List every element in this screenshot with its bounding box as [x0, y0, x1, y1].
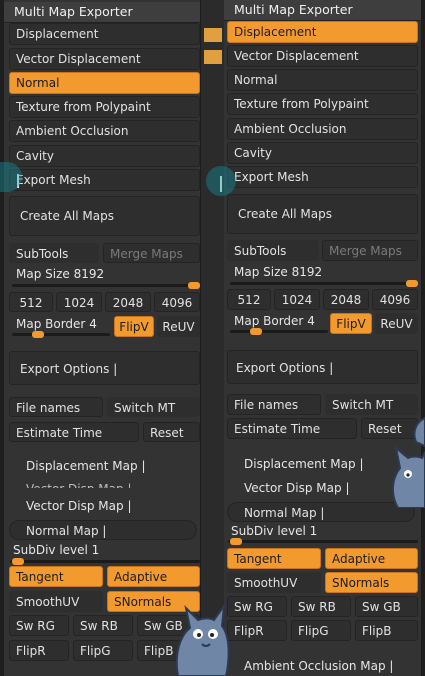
subdiv-level-label: SubDiv level 1 — [231, 524, 318, 538]
swap-rb-button[interactable]: Sw RB — [73, 615, 133, 636]
map-ambient-occlusion-button[interactable]: Ambient Occlusion — [9, 120, 200, 142]
tangent-toggle[interactable]: Tangent — [9, 566, 103, 587]
subdiv-level-slider[interactable] — [228, 538, 418, 545]
cat-mascot-icon — [392, 416, 425, 508]
estimate-time-button[interactable]: Estimate Time — [227, 418, 357, 439]
map-size-label: Map Size 8192 — [16, 267, 105, 281]
displacement-map-section[interactable]: Displacement Map | — [244, 457, 364, 471]
map-size-label: Map Size 8192 — [234, 265, 323, 279]
map-vector-displacement-button[interactable]: Vector Displacement — [227, 45, 418, 67]
map-border-label: Map Border 4 — [234, 314, 315, 328]
swap-rg-button[interactable]: Sw RG — [9, 615, 69, 636]
size-1024-button[interactable]: 1024 — [274, 289, 320, 310]
flip-b-button[interactable]: FlipB — [355, 620, 418, 641]
reuv-toggle[interactable]: ReUV — [157, 316, 200, 337]
flip-r-button[interactable]: FlipR — [9, 640, 69, 661]
create-all-maps-button[interactable]: Create All Maps — [227, 194, 418, 234]
reuv-toggle[interactable]: ReUV — [375, 313, 418, 334]
map-displacement-button[interactable]: Displacement — [9, 23, 200, 45]
swap-rb-button[interactable]: Sw RB — [291, 596, 351, 617]
subtools-button[interactable]: SubTools — [227, 240, 319, 261]
normal-map-section[interactable]: Normal Map | — [9, 520, 197, 540]
adaptive-toggle[interactable]: Adaptive — [325, 548, 418, 569]
size-2048-button[interactable]: 2048 — [323, 289, 369, 310]
map-ambient-occlusion-button[interactable]: Ambient Occlusion — [227, 118, 418, 140]
vector-disp-map-section[interactable]: Vector Disp Map | — [26, 499, 132, 513]
multi-map-exporter-panel-right: Multi Map Exporter Displacement Vector D… — [224, 0, 422, 676]
merge-maps-button[interactable]: Merge Maps — [103, 243, 200, 263]
subtools-button[interactable]: SubTools — [9, 243, 99, 263]
vector-disp-map-section-partial[interactable]: Vector Disp Map | — [26, 482, 132, 488]
switch-mt-button[interactable]: Switch MT — [107, 397, 200, 417]
export-options-button[interactable]: Export Options | — [9, 351, 200, 385]
file-names-button[interactable]: File names — [227, 394, 321, 415]
flip-r-button[interactable]: FlipR — [227, 620, 287, 641]
tangent-toggle[interactable]: Tangent — [227, 548, 321, 569]
adaptive-toggle[interactable]: Adaptive — [107, 566, 200, 587]
background-fragment — [204, 50, 222, 64]
cat-mascot-icon — [175, 602, 230, 676]
slider-knob[interactable] — [12, 558, 24, 565]
slider-knob[interactable] — [230, 538, 242, 545]
size-2048-button[interactable]: 2048 — [105, 292, 151, 312]
merge-maps-button[interactable]: Merge Maps — [322, 240, 418, 261]
map-border-slider[interactable] — [230, 328, 328, 335]
map-texture-from-polypaint-button[interactable]: Texture from Polypaint — [227, 93, 418, 115]
export-mesh-button[interactable]: Export Mesh — [227, 166, 418, 188]
size-4096-button[interactable]: 4096 — [372, 289, 418, 310]
size-4096-button[interactable]: 4096 — [154, 292, 200, 312]
smoothuv-toggle[interactable]: SmoothUV — [9, 591, 103, 612]
snormals-toggle[interactable]: SNormals — [325, 572, 418, 593]
map-border-value: 4 — [89, 317, 97, 331]
subdiv-level-slider[interactable] — [10, 558, 200, 565]
export-mesh-button[interactable]: Export Mesh — [9, 169, 200, 191]
map-displacement-button[interactable]: Displacement — [227, 21, 418, 43]
create-all-maps-button[interactable]: Create All Maps — [9, 196, 200, 236]
map-border-label: Map Border 4 — [16, 317, 97, 331]
panel-title: Multi Map Exporter — [224, 0, 421, 21]
flip-g-button[interactable]: FlipG — [73, 640, 133, 661]
map-size-slider[interactable] — [230, 280, 418, 287]
swap-gb-button[interactable]: Sw GB — [355, 596, 418, 617]
map-vector-displacement-button[interactable]: Vector Displacement — [9, 48, 200, 70]
estimate-time-button[interactable]: Estimate Time — [9, 422, 139, 442]
background-strip — [200, 0, 224, 676]
map-cavity-button[interactable]: Cavity — [227, 142, 418, 164]
map-size-value: 8192 — [73, 267, 105, 281]
swap-rg-button[interactable]: Sw RG — [227, 596, 287, 617]
map-border-slider[interactable] — [12, 331, 110, 338]
smoothuv-toggle[interactable]: SmoothUV — [227, 572, 321, 593]
displacement-map-section[interactable]: Displacement Map | — [26, 459, 146, 473]
flipv-toggle[interactable]: FlipV — [330, 313, 372, 334]
flip-g-button[interactable]: FlipG — [291, 620, 351, 641]
ambient-occlusion-map-section[interactable]: Ambient Occlusion Map | — [244, 659, 393, 673]
slider-knob[interactable] — [32, 331, 44, 338]
size-512-button[interactable]: 512 — [9, 292, 53, 312]
flipv-toggle[interactable]: FlipV — [114, 316, 154, 337]
vector-disp-map-section[interactable]: Vector Disp Map | — [244, 481, 350, 495]
size-512-button[interactable]: 512 — [227, 289, 271, 310]
slider-knob[interactable] — [188, 282, 200, 289]
panel-title: Multi Map Exporter — [4, 2, 200, 23]
map-cavity-button[interactable]: Cavity — [9, 145, 200, 167]
slider-knob[interactable] — [406, 280, 418, 287]
map-normal-button[interactable]: Normal — [227, 69, 418, 91]
multi-map-exporter-panel-left: Multi Map Exporter Displacement Vector D… — [4, 0, 201, 676]
subdiv-level-label: SubDiv level 1 — [13, 543, 100, 557]
map-size-value: 8192 — [291, 265, 323, 279]
reset-button[interactable]: Reset — [143, 422, 200, 442]
slider-knob[interactable] — [250, 328, 262, 335]
size-1024-button[interactable]: 1024 — [56, 292, 102, 312]
background-fragment — [204, 28, 222, 42]
map-size-slider[interactable] — [12, 282, 200, 289]
map-texture-from-polypaint-button[interactable]: Texture from Polypaint — [9, 96, 200, 118]
file-names-button[interactable]: File names — [9, 397, 103, 417]
cursor-highlight — [206, 166, 236, 196]
export-options-button[interactable]: Export Options | — [227, 350, 418, 384]
map-border-value: 4 — [307, 314, 315, 328]
map-normal-button[interactable]: Normal — [9, 72, 200, 94]
